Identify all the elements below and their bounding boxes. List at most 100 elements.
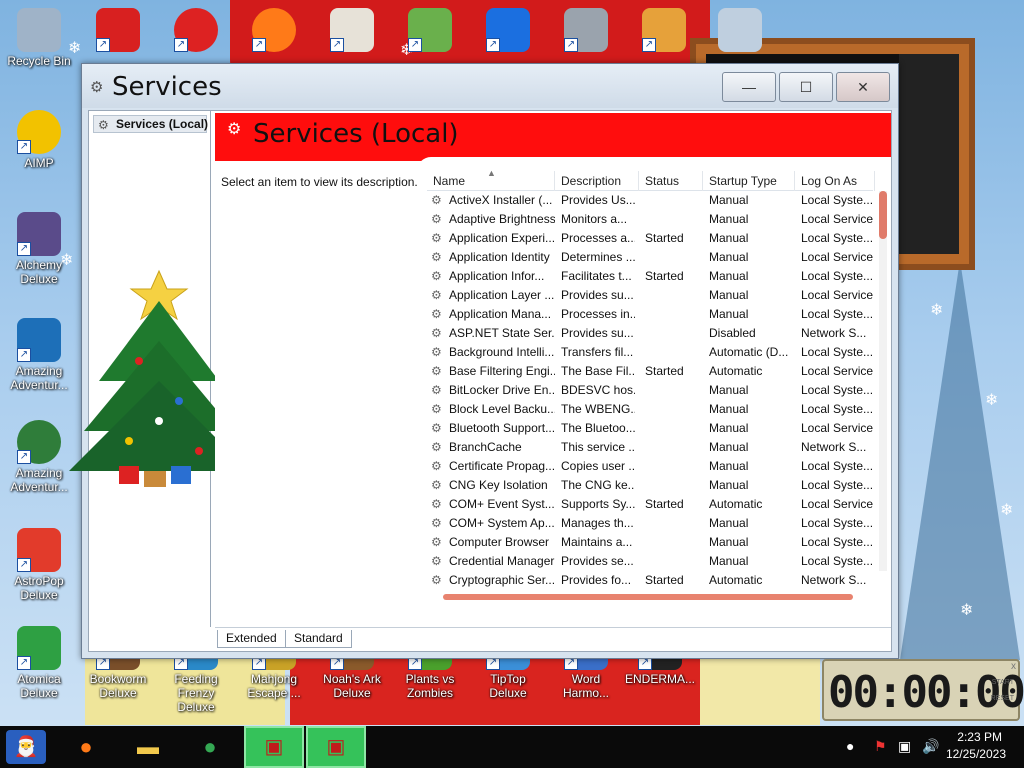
amazing-adventures-2-icon: ↗ <box>17 420 61 464</box>
service-row[interactable]: ⚙ Credential Manager Provides se... Manual L… <box>427 552 873 571</box>
service-status: Started <box>645 497 684 511</box>
column-header-log-on-as[interactable]: Log On As <box>795 171 875 191</box>
service-status: Started <box>645 231 684 245</box>
service-row[interactable]: ⚙ ASP.NET State Ser... Provides su... Disab… <box>427 324 873 343</box>
desktop-icon-firefox[interactable]: ↗ <box>236 8 312 54</box>
service-log-on-as: Local Syste... <box>801 269 874 283</box>
taskbar-window-1[interactable]: ▣ <box>244 726 304 768</box>
shortcut-arrow-icon: ↗ <box>564 38 578 52</box>
service-status: Started <box>645 364 684 378</box>
window-titlebar[interactable]: ⚙ Services — ☐ ✕ <box>82 64 898 108</box>
service-name-text: Base Filtering Engi... <box>449 364 555 378</box>
service-row[interactable]: ⚙ Application Infor... Facilitates t... Sta… <box>427 267 873 286</box>
services-window[interactable]: ⚙ Services — ☐ ✕ ⚙ Services (Local) ⚙ Se… <box>69 63 899 659</box>
service-name-text: Application Mana... <box>449 307 552 321</box>
tree-item-services-local[interactable]: ⚙ Services (Local) <box>93 115 208 133</box>
service-row[interactable]: ⚙ Block Level Backu... The WBENG... Manual L… <box>427 400 873 419</box>
start-button[interactable]: 🎅 <box>6 730 46 764</box>
desktop-icon-puzzle-box[interactable]: ↗ <box>626 8 702 54</box>
volume-icon[interactable]: 🔊 <box>922 738 939 755</box>
desktop-icon-shrine[interactable]: ↗ <box>314 8 390 54</box>
close-button[interactable]: ✕ <box>836 72 890 102</box>
taskbar-firefox[interactable]: ● <box>66 730 106 764</box>
desktop-icon-window[interactable] <box>702 8 778 54</box>
column-header-description[interactable]: Description <box>555 171 639 191</box>
service-row[interactable]: ⚙ Certificate Propag... Copies user ... Man… <box>427 457 873 476</box>
shrine-icon: ↗ <box>330 8 374 52</box>
service-name-text: Computer Browser <box>449 535 550 549</box>
service-row[interactable]: ⚙ Application Mana... Processes in... Manua… <box>427 305 873 324</box>
shortcut-arrow-icon: ↗ <box>17 348 31 362</box>
service-description: Supports Sy... <box>561 497 635 511</box>
clock-date[interactable]: 12/25/2023 <box>946 747 1006 761</box>
stopwatch-gadget[interactable]: 00:00:00 START RESET x <box>822 659 1024 721</box>
service-description: Provides fo... <box>561 573 632 587</box>
service-row[interactable]: ⚙ Background Intelli... Transfers fil... Au… <box>427 343 873 362</box>
tab-standard[interactable]: Standard <box>285 630 352 648</box>
service-row[interactable]: ⚙ CNG Key Isolation The CNG ke... Manual Loc… <box>427 476 873 495</box>
taskbar-window-2[interactable]: ▣ <box>306 726 366 768</box>
desktop-icon-label: ENDERMA... <box>624 672 695 686</box>
horizontal-scrollbar[interactable] <box>443 594 853 600</box>
stopwatch-start-label[interactable]: START <box>992 679 1014 686</box>
service-startup-type: Manual <box>709 231 749 245</box>
stopwatch-reset-label[interactable]: RESET <box>991 695 1014 702</box>
network-icon[interactable]: ▣ <box>898 738 911 755</box>
desktop-icon-notepad[interactable]: ↗ <box>392 8 468 54</box>
desktop-icon-game-2[interactable]: ↗ <box>80 8 156 54</box>
network-warning-icon[interactable]: ⚑ <box>874 738 887 755</box>
vertical-scrollbar[interactable] <box>879 191 887 571</box>
game-2-icon: ↗ <box>96 8 140 52</box>
clock-time[interactable]: 2:23 PM <box>957 730 1002 744</box>
vertical-scrollbar-thumb[interactable] <box>879 191 887 239</box>
column-header-startup-type[interactable]: Startup Type <box>703 171 795 191</box>
service-gear-icon: ⚙ <box>431 535 442 549</box>
service-row[interactable]: ⚙ Computer Browser Maintains a... Manual Loc… <box>427 533 873 552</box>
service-row[interactable]: ⚙ COM+ Event Syst... Supports Sy... Started… <box>427 495 873 514</box>
stopwatch-close-button[interactable]: x <box>1011 661 1016 672</box>
service-name-text: Application Layer ... <box>449 288 555 302</box>
service-name: ⚙ CNG Key Isolation <box>431 476 555 495</box>
shortcut-arrow-icon: ↗ <box>17 558 31 572</box>
desktop-icon-recycle-bin[interactable]: Recycle Bin <box>1 8 77 68</box>
service-row[interactable]: ⚙ Application Experi... Processes a... Star… <box>427 229 873 248</box>
desktop-icon-rocket-chat[interactable]: ↗ <box>470 8 546 54</box>
service-gear-icon: ⚙ <box>431 231 442 245</box>
service-row[interactable]: ⚙ Bluetooth Support... The Bluetoo... Manua… <box>427 419 873 438</box>
desktop-icon-aimp[interactable]: ↗ AIMP <box>1 110 77 170</box>
service-row[interactable]: ⚙ Adaptive Brightness Monitors a... Manual L… <box>427 210 873 229</box>
service-row[interactable]: ⚙ Cryptographic Ser... Provides fo... Start… <box>427 571 873 590</box>
taskbar-file-explorer[interactable]: ▬ <box>128 730 168 764</box>
tray-dot-icon[interactable]: ● <box>846 738 854 754</box>
taskbar-chrome[interactable]: ● <box>190 730 230 764</box>
service-row[interactable]: ⚙ BitLocker Drive En... BDESVC hos... Manua… <box>427 381 873 400</box>
window-title: Services <box>112 72 222 102</box>
maximize-button[interactable]: ☐ <box>779 72 833 102</box>
service-row[interactable]: ⚙ COM+ System Ap... Manages th... Manual Loc… <box>427 514 873 533</box>
services-gear-icon: ⚙ <box>90 79 104 96</box>
column-header-name[interactable]: Name ▲ <box>427 168 555 191</box>
service-row[interactable]: ⚙ Base Filtering Engi... The Base Fil... St… <box>427 362 873 381</box>
desktop-icon-red-creature[interactable]: ↗ <box>158 8 234 54</box>
column-header-status[interactable]: Status <box>639 171 703 191</box>
desktop-icon-atomica-deluxe[interactable]: ↗ Atomica Deluxe <box>1 626 77 700</box>
service-name: ⚙ Application Infor... <box>431 267 555 286</box>
alchemy-deluxe-icon: ↗ <box>17 212 61 256</box>
service-row[interactable]: ⚙ ActiveX Installer (... Provides Us... Man… <box>427 191 873 210</box>
service-name: ⚙ Base Filtering Engi... <box>431 362 555 381</box>
desktop-icon-astropop-deluxe[interactable]: ↗ AstroPop Deluxe <box>1 528 77 602</box>
service-log-on-as: Local Syste... <box>801 231 874 245</box>
service-gear-icon: ⚙ <box>431 364 442 378</box>
service-name: ⚙ Application Layer ... <box>431 286 555 305</box>
minimize-button[interactable]: — <box>722 72 776 102</box>
service-log-on-as: Network S... <box>801 440 867 454</box>
tab-extended[interactable]: Extended <box>217 630 286 648</box>
desktop-icon-shark[interactable]: ↗ <box>548 8 624 54</box>
service-gear-icon: ⚙ <box>431 326 442 340</box>
service-row[interactable]: ⚙ BranchCache This service ... Manual Networ… <box>427 438 873 457</box>
service-row[interactable]: ⚙ Application Layer ... Provides su... Manu… <box>427 286 873 305</box>
service-status: Started <box>645 573 684 587</box>
services-list[interactable]: Name ▲ Description Status Startup Type Lo… <box>417 157 891 627</box>
service-row[interactable]: ⚙ Application Identity Determines ... Manua… <box>427 248 873 267</box>
service-log-on-as: Local Service <box>801 212 874 226</box>
